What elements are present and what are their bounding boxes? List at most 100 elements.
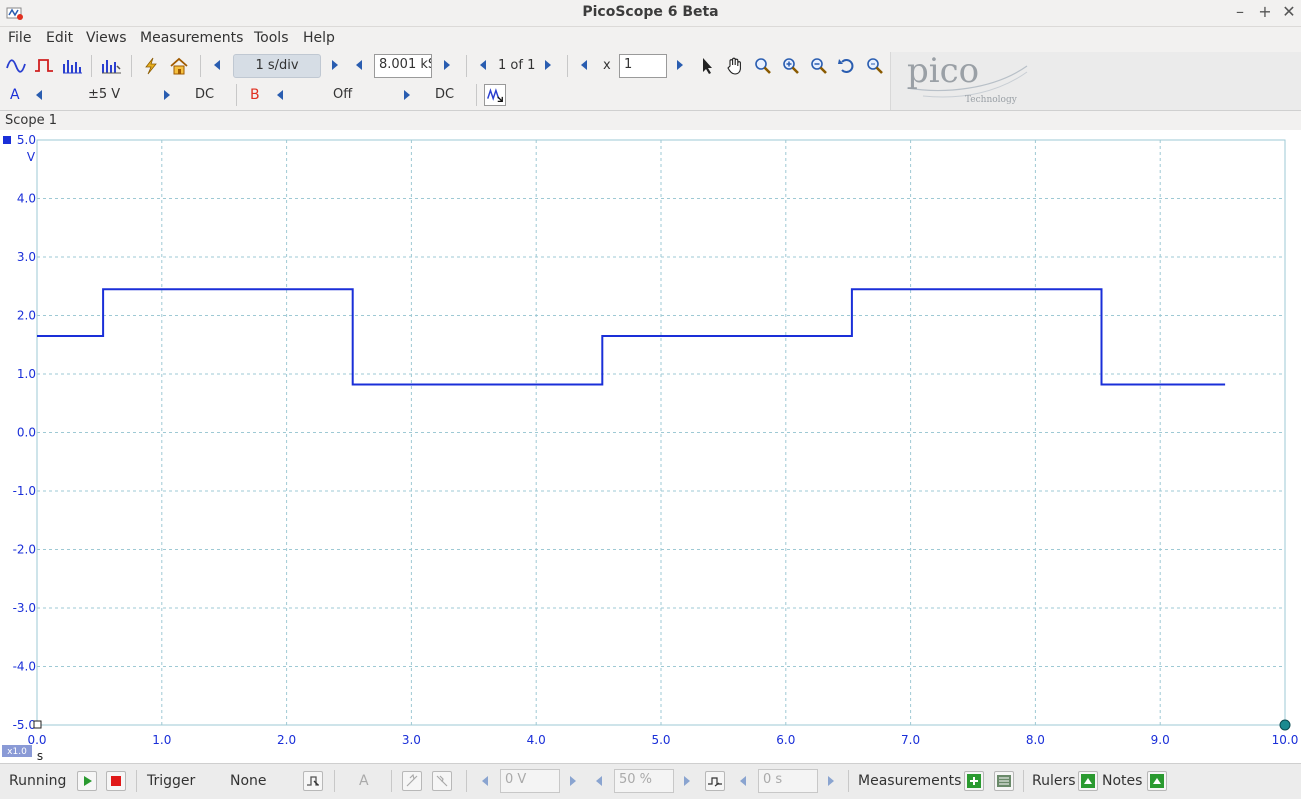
timebase-selector[interactable]: 1 s/div (233, 54, 321, 78)
x-tick-label: 7.0 (901, 733, 920, 747)
samples-input[interactable]: 8.001 kS (374, 54, 432, 78)
x-tick-label: 4.0 (527, 733, 546, 747)
delay-input[interactable]: 0 s (758, 769, 818, 793)
minimize-button[interactable]: – (1230, 2, 1250, 21)
rulers-toggle-button[interactable] (1078, 771, 1098, 791)
buffer-position: 1 of 1 (498, 58, 536, 73)
statusbar-separator (136, 770, 137, 792)
x-tick-label: 8.0 (1026, 733, 1045, 747)
trigger-channel[interactable]: A (359, 773, 369, 789)
delay-increase-icon[interactable] (828, 776, 834, 786)
pretrigger-input[interactable]: 50 % (614, 769, 674, 793)
trigger-mode[interactable]: None (230, 773, 267, 789)
title-bar: PicoScope 6 Beta – + ✕ (0, 0, 1301, 27)
menu-edit[interactable]: Edit (46, 30, 73, 46)
buffer-next-icon[interactable] (545, 60, 551, 70)
pretrigger-increase-icon[interactable] (684, 776, 690, 786)
y-tick-label: 3.0 (17, 250, 36, 264)
statusbar-separator (391, 770, 392, 792)
auto-setup-icon[interactable] (140, 56, 162, 76)
threshold-increase-icon[interactable] (570, 776, 576, 786)
close-button[interactable]: ✕ (1279, 2, 1299, 21)
waveform-series-a (37, 288, 1226, 386)
channel-b-range[interactable]: Off (333, 87, 352, 102)
samples-increase-icon[interactable] (444, 60, 450, 70)
scope-view[interactable]: 0.0 1.0 2.0 3.0 4.0 5.0 6.0 7.0 8.0 9.0 10.0 5.0 4.0… (0, 130, 1301, 763)
channel-a-range[interactable]: ±5 V (88, 87, 120, 102)
pointer-tool-icon[interactable] (697, 56, 719, 76)
persistence-mode-icon[interactable] (33, 56, 55, 76)
pretrigger-decrease-icon[interactable] (596, 776, 602, 786)
y-tick-label: -4.0 (13, 660, 36, 674)
toolbar-separator (131, 55, 132, 77)
menu-file[interactable]: File (8, 30, 31, 46)
y-tick-label: -3.0 (13, 601, 36, 615)
menu-measurements[interactable]: Measurements (140, 30, 243, 46)
run-status: Running (9, 773, 67, 789)
hand-tool-icon[interactable] (724, 56, 746, 76)
falling-edge-icon (436, 775, 448, 787)
zoom-to-fit-icon[interactable] (864, 56, 886, 76)
default-setup-home-icon[interactable] (168, 56, 190, 76)
channel-a-axis-marker (3, 136, 11, 144)
add-icon (967, 774, 981, 788)
notes-toggle-button[interactable] (1147, 771, 1167, 791)
advanced-trigger-button[interactable] (303, 771, 323, 791)
undo-zoom-icon[interactable] (836, 56, 858, 76)
threshold-input[interactable]: 0 V (500, 769, 560, 793)
toolbar-separator (567, 55, 568, 77)
scope-mode-icon[interactable] (5, 56, 27, 76)
stop-button[interactable] (106, 771, 126, 791)
scope-label[interactable]: Scope 1 (5, 113, 57, 128)
channel-a-label[interactable]: A (10, 87, 20, 103)
menu-views[interactable]: Views (86, 30, 127, 46)
zoom-increase-icon[interactable] (677, 60, 683, 70)
zoom-badge-label: x1.0 (7, 747, 27, 757)
timebase-increase-icon[interactable] (332, 60, 338, 70)
pico-logo: pico Technology (890, 52, 1301, 110)
x-tick-label: 9.0 (1151, 733, 1170, 747)
channel-a-range-decrease-icon[interactable] (36, 90, 42, 100)
add-measurement-button[interactable] (964, 771, 984, 791)
edit-measurement-button[interactable] (994, 771, 1014, 791)
threshold-decrease-icon[interactable] (482, 776, 488, 786)
zoom-tool-icon[interactable] (752, 56, 774, 76)
expand-up-icon (1150, 774, 1164, 788)
zoom-input[interactable]: 1 (619, 54, 667, 78)
logo-subtext: Technology (965, 95, 1018, 105)
samples-decrease-icon[interactable] (356, 60, 362, 70)
timebase-decrease-icon[interactable] (214, 60, 220, 70)
zoom-out-icon[interactable] (808, 56, 830, 76)
zoom-in-icon[interactable] (780, 56, 802, 76)
menu-help[interactable]: Help (303, 30, 335, 46)
channel-b-range-decrease-icon[interactable] (277, 90, 283, 100)
toolbar-separator (236, 84, 237, 106)
delay-decrease-icon[interactable] (740, 776, 746, 786)
falling-edge-button[interactable] (432, 771, 452, 791)
channel-b-range-increase-icon[interactable] (404, 90, 410, 100)
y-axis-unit: V (27, 150, 36, 164)
maximize-button[interactable]: + (1255, 2, 1275, 21)
toolbar-separator (466, 55, 467, 77)
zoom-decrease-icon[interactable] (581, 60, 587, 70)
statusbar-separator (1023, 770, 1024, 792)
start-button[interactable] (77, 771, 97, 791)
channel-a-range-increase-icon[interactable] (164, 90, 170, 100)
channel-b-coupling[interactable]: DC (435, 87, 454, 102)
y-tick-label: -5.0 (13, 718, 36, 732)
menu-tools[interactable]: Tools (254, 30, 289, 46)
spectrum-mode-icon[interactable] (61, 56, 83, 76)
waveform-chart[interactable]: 0.0 1.0 2.0 3.0 4.0 5.0 6.0 7.0 8.0 9.0 10.0 5.0 4.0… (0, 130, 1301, 763)
y-tick-label: 0.0 (17, 426, 36, 440)
buffer-prev-icon[interactable] (480, 60, 486, 70)
status-bar: Running Trigger None A 0 V 50 % 0 s Meas… (0, 763, 1301, 799)
trigger-delay-button[interactable] (705, 771, 725, 791)
signal-generator-icon[interactable] (484, 84, 506, 106)
rising-edge-button[interactable] (402, 771, 422, 791)
window-title: PicoScope 6 Beta (582, 4, 719, 20)
channel-a-coupling[interactable]: DC (195, 87, 214, 102)
channel-options-icon[interactable] (100, 56, 122, 76)
pico-logo-mark: pico Technology (906, 52, 1028, 105)
channel-b-label[interactable]: B (250, 87, 260, 103)
x-tick-label: 5.0 (651, 733, 670, 747)
